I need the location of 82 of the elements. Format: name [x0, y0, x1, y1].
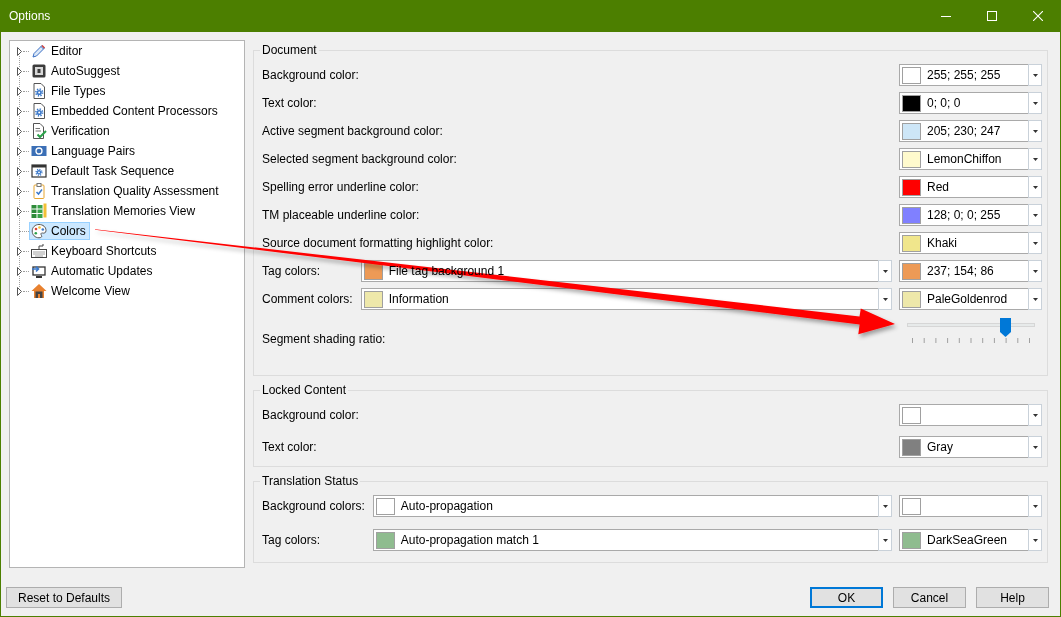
caret-icon	[1032, 504, 1038, 508]
expand-caret-icon[interactable]	[16, 186, 23, 196]
field-label: Text color:	[262, 96, 318, 110]
field-label: Background color:	[262, 68, 360, 82]
expand-caret-icon[interactable]	[16, 126, 23, 136]
tree-item[interactable]: Verification	[29, 122, 114, 140]
maximize-icon	[987, 11, 997, 21]
field-label: Tag colors:	[262, 533, 322, 547]
caret-icon	[882, 538, 888, 542]
group-title: Document	[260, 43, 319, 57]
field-label: TM placeable underline color:	[262, 208, 421, 222]
minimize-icon	[941, 15, 951, 17]
caret-icon	[1032, 538, 1038, 542]
expand-caret-icon[interactable]	[16, 66, 23, 76]
expand-caret-icon[interactable]	[16, 146, 23, 156]
tree-item[interactable]: Automatic Updates	[29, 262, 157, 280]
reset-defaults-button[interactable]: Reset to Defaults	[6, 587, 122, 608]
house-icon	[31, 283, 47, 299]
window-gear-icon	[31, 163, 47, 179]
field-label: Segment shading ratio:	[262, 331, 387, 348]
caret-icon	[1032, 445, 1038, 449]
keycap-icon	[31, 63, 47, 79]
expand-caret-icon[interactable]	[16, 266, 23, 276]
tree-item[interactable]: Editor	[29, 42, 87, 60]
caret-icon	[1032, 213, 1038, 217]
field-label: Active segment background color:	[262, 124, 444, 138]
help-button[interactable]: Help	[976, 587, 1049, 608]
tree-item[interactable]: Translation Quality Assessment	[29, 182, 223, 200]
tree-item[interactable]: File Types	[29, 82, 110, 100]
group-title: Translation Status	[260, 474, 361, 488]
field-label: Background colors:	[262, 499, 366, 513]
expand-caret-icon[interactable]	[16, 46, 23, 56]
cancel-button[interactable]: Cancel	[893, 587, 966, 608]
ok-button[interactable]: OK	[810, 587, 883, 608]
group-title: Locked Content	[260, 383, 349, 397]
circle-tile-icon	[31, 143, 47, 159]
tree-item[interactable]: Colors	[29, 222, 90, 240]
clipboard-check-icon	[31, 183, 47, 199]
field-label: Spelling error underline color:	[262, 180, 420, 194]
caret-icon	[1032, 241, 1038, 245]
tree-item[interactable]: AutoSuggest	[29, 62, 124, 80]
tree-item[interactable]: Embedded Content Processors	[29, 102, 222, 120]
caret-icon	[1032, 129, 1038, 133]
expand-caret-icon[interactable]	[16, 206, 23, 216]
field-label: Background color:	[262, 408, 360, 422]
table-icon	[31, 203, 47, 219]
keyboard-icon	[31, 243, 47, 259]
caret-icon	[1032, 73, 1038, 77]
caret-icon	[1032, 413, 1038, 417]
caret-icon	[1032, 157, 1038, 161]
slider-thumb[interactable]	[1000, 318, 1012, 337]
caret-icon	[882, 504, 888, 508]
palette-icon	[31, 223, 47, 239]
expand-caret-icon[interactable]	[16, 86, 23, 96]
color-dropdown[interactable]	[899, 404, 1042, 426]
caret-icon	[1032, 269, 1038, 273]
tree-item[interactable]: Default Task Sequence	[29, 162, 179, 180]
tree-item[interactable]: Translation Memories View	[29, 202, 200, 220]
tree-item[interactable]: Welcome View	[29, 282, 134, 300]
expand-caret-icon[interactable]	[16, 246, 23, 256]
document-gear-icon	[31, 103, 47, 119]
expand-caret-icon[interactable]	[16, 286, 23, 296]
document-gear-icon	[31, 83, 47, 99]
document-check-icon	[31, 123, 47, 139]
tree-item[interactable]: Language Pairs	[29, 142, 140, 160]
caret-icon	[1032, 297, 1038, 301]
field-label: Text color:	[262, 440, 318, 454]
pencil-icon	[31, 43, 47, 59]
field-label: Source document formatting highlight color:	[262, 236, 495, 250]
caret-icon	[882, 297, 888, 301]
caret-icon	[1032, 101, 1038, 105]
field-label: Tag colors:	[262, 264, 322, 278]
field-label: Comment colors:	[262, 292, 354, 306]
caret-icon	[1032, 185, 1038, 189]
color-dropdown[interactable]	[899, 495, 1042, 517]
window-title: Options	[9, 9, 51, 23]
tree-item[interactable]: Keyboard Shortcuts	[29, 242, 161, 260]
field-label: Selected segment background color:	[262, 152, 458, 166]
close-icon	[1033, 11, 1043, 21]
caret-icon	[882, 269, 888, 273]
expand-caret-icon[interactable]	[16, 166, 23, 176]
expand-caret-icon[interactable]	[16, 106, 23, 116]
